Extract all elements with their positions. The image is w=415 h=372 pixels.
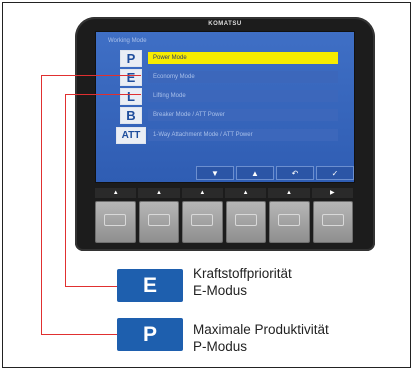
softkey-f6[interactable] <box>312 201 353 243</box>
mode-label-economy[interactable]: Economy Mode <box>148 71 338 83</box>
softkey-icon <box>104 214 127 226</box>
callout-line-e <box>65 94 66 287</box>
screen-nav-strip: ▼ ▲ ↶ ✓ <box>196 166 354 180</box>
legend-text-e: Kraftstoffpriorität E-Modus <box>193 265 292 299</box>
legend-line1: Kraftstoffpriorität <box>193 266 292 281</box>
indicator-icon: ▲ <box>181 188 223 198</box>
page: KOMATSU Working Mode P Power Mode E Econ… <box>0 0 415 372</box>
mode-label-lifting[interactable]: Lifting Mode <box>148 90 338 102</box>
softkey-f1[interactable] <box>95 201 136 243</box>
brand-logo: KOMATSU <box>208 21 242 27</box>
indicator-icon: ▲ <box>95 188 137 198</box>
callout-line-p <box>41 75 141 76</box>
softkey-icon <box>321 214 344 226</box>
indicator-icon: ▶ <box>311 188 353 198</box>
softkey-icon <box>278 214 301 226</box>
mode-key-b[interactable]: B <box>120 107 142 124</box>
screen-title: Working Mode <box>108 38 147 44</box>
softkey-icon <box>147 214 170 226</box>
softkey-icon <box>191 214 214 226</box>
softkey-f2[interactable] <box>138 201 179 243</box>
softkey-f5[interactable] <box>269 201 310 243</box>
monitor-screen: Working Mode P Power Mode E Economy Mode… <box>95 31 355 183</box>
softkey-f3[interactable] <box>182 201 223 243</box>
nav-back-icon[interactable]: ↶ <box>276 166 314 180</box>
mode-key-l[interactable]: L <box>120 88 142 105</box>
mode-label-power[interactable]: Power Mode <box>148 52 338 64</box>
legend-text-p: Maximale Produktivität P-Modus <box>193 321 329 355</box>
legend-key-p: P <box>117 318 183 351</box>
callout-line-e <box>65 286 117 287</box>
softkey-f4[interactable] <box>225 201 266 243</box>
callout-line-p <box>41 75 42 335</box>
nav-up-icon[interactable]: ▲ <box>236 166 274 180</box>
machine-monitor: KOMATSU Working Mode P Power Mode E Econ… <box>75 17 375 251</box>
mode-label-breaker[interactable]: Breaker Mode / ATT Power <box>148 109 338 121</box>
nav-down-icon[interactable]: ▼ <box>196 166 234 180</box>
legend-line2: P-Modus <box>193 339 248 354</box>
callout-line-e <box>65 94 141 95</box>
legend-key-e: E <box>117 269 183 302</box>
softkey-indicator-row: ▲ ▲ ▲ ▲ ▲ ▶ <box>95 188 353 198</box>
function-softkeys <box>95 201 353 243</box>
indicator-icon: ▲ <box>224 188 267 198</box>
legend-line1: Maximale Produktivität <box>193 322 329 337</box>
callout-line-p <box>41 334 117 335</box>
indicator-icon: ▲ <box>138 188 180 198</box>
mode-key-e[interactable]: E <box>120 69 142 86</box>
figure-frame: KOMATSU Working Mode P Power Mode E Econ… <box>2 2 411 368</box>
mode-key-att[interactable]: ATT <box>116 127 146 144</box>
mode-key-p[interactable]: P <box>120 50 142 67</box>
indicator-icon: ▲ <box>268 188 310 198</box>
softkey-icon <box>234 214 257 226</box>
mode-label-attachment[interactable]: 1-Way Attachment Mode / ATT Power <box>148 129 338 141</box>
nav-confirm-icon[interactable]: ✓ <box>316 166 354 180</box>
legend-line2: E-Modus <box>193 283 248 298</box>
